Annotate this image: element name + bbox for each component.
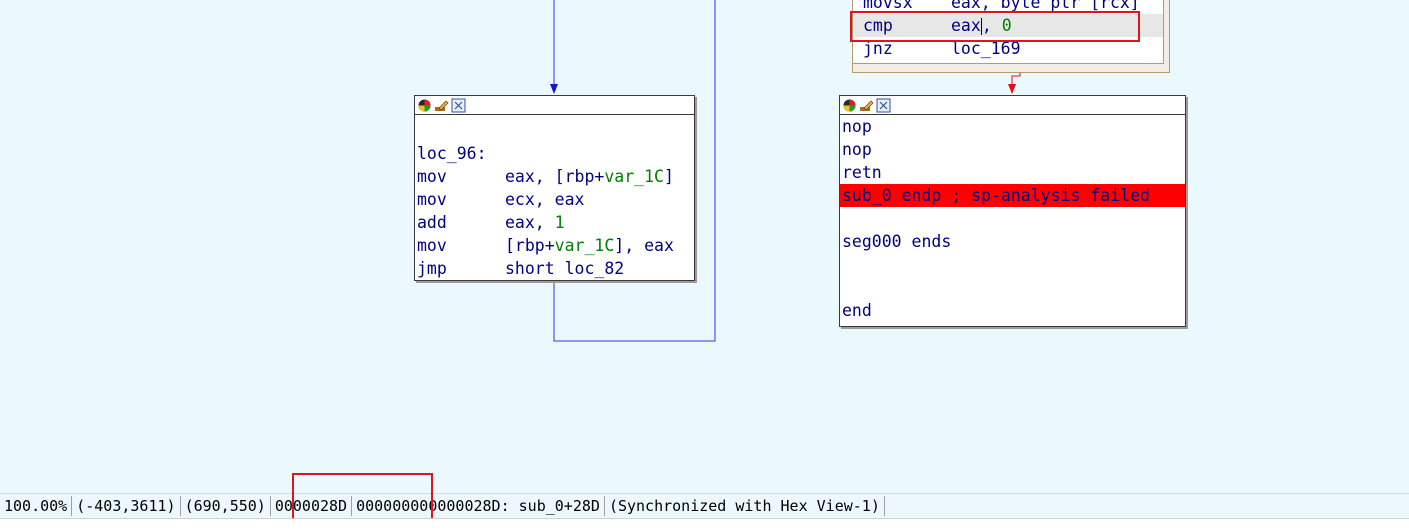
instr-row[interactable]: jnz loc_169 bbox=[853, 37, 1163, 60]
end-row[interactable]: end bbox=[840, 299, 1185, 322]
code-node-top[interactable]: movsx eax, byte ptr [rcx] cmp eax, 0 jnz lo… bbox=[852, 0, 1164, 64]
bottom-strip bbox=[0, 518, 1409, 532]
sync-status: (Synchronized with Hex View-1) bbox=[605, 496, 885, 516]
graph-edges bbox=[550, 0, 1021, 342]
graph-coords: (690,550) bbox=[181, 496, 271, 516]
current-address: 000000000000028D: sub_0+28D bbox=[352, 496, 605, 516]
status-bar: 100.00% (-403,3611) (690,550) 0000028D 0… bbox=[0, 493, 1409, 518]
code-node-loc96[interactable]: loc_96: mov eax, [rbp+var_1C] mov ecx, eax… bbox=[414, 95, 695, 281]
node-header bbox=[415, 96, 694, 115]
loc-label[interactable]: loc_96: bbox=[415, 142, 694, 165]
edge-arrow-icon bbox=[550, 84, 558, 94]
graph-view[interactable]: movsx eax, byte ptr [rcx] cmp eax, 0 jnz lo… bbox=[0, 0, 1409, 492]
instr-row[interactable]: add eax, 1 bbox=[415, 211, 694, 234]
instr-row[interactable]: nop bbox=[840, 115, 1185, 138]
instr-row[interactable]: mov ecx, eax bbox=[415, 188, 694, 211]
file-offset: 0000028D bbox=[271, 496, 353, 516]
instr-row[interactable]: nop bbox=[840, 138, 1185, 161]
edge-arrow-icon bbox=[1008, 84, 1016, 94]
graph-nodes-icon[interactable] bbox=[451, 98, 466, 113]
instr-row[interactable]: movsx eax, byte ptr [rcx] bbox=[853, 0, 1163, 14]
instr-row[interactable]: jmp short loc_82 bbox=[415, 257, 694, 280]
instr-row[interactable]: mov [rbp+var_1C], eax bbox=[415, 234, 694, 257]
instr-row[interactable]: mov eax, [rbp+var_1C] bbox=[415, 165, 694, 188]
graph-nodes-icon[interactable] bbox=[876, 98, 891, 113]
code-node-end[interactable]: nop nop retn sub_0 endp ; sp-analysis fa… bbox=[839, 95, 1186, 327]
zoom-level: 100.00% bbox=[0, 496, 73, 516]
instr-row-current[interactable]: cmp eax, 0 bbox=[853, 14, 1163, 37]
mouse-coords: (-403,3611) bbox=[72, 496, 181, 516]
endp-error-row[interactable]: sub_0 endp ; sp-analysis failed bbox=[840, 184, 1185, 207]
edit-name-icon[interactable] bbox=[859, 98, 874, 113]
node-header bbox=[840, 96, 1185, 115]
edit-name-icon[interactable] bbox=[434, 98, 449, 113]
segment-end-row[interactable]: seg000 ends bbox=[840, 230, 1185, 253]
instr-row[interactable]: retn bbox=[840, 161, 1185, 184]
color-palette-icon[interactable] bbox=[842, 98, 857, 113]
color-palette-icon[interactable] bbox=[417, 98, 432, 113]
